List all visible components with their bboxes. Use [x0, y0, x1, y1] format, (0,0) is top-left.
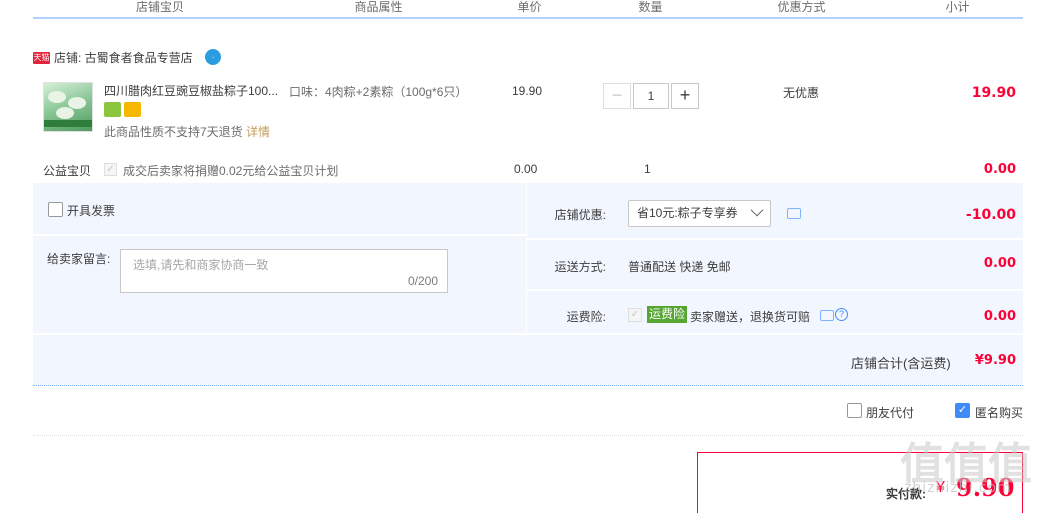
seller-message-input[interactable]: 选填,请先和商家协商一致 0/200	[120, 249, 448, 293]
header-col-attributes: 商品属性	[289, 0, 469, 16]
help-question-icon[interactable]: ?	[835, 308, 848, 321]
charity-price: 0.00	[514, 162, 538, 176]
product-thumbnail[interactable]	[43, 82, 93, 132]
credit-card-payment-icon	[124, 102, 141, 117]
insurance-text: 卖家赠送，退换货可赔	[690, 310, 811, 324]
insurance-comment-icon[interactable]	[820, 310, 834, 321]
insurance-checkbox: ✓	[628, 308, 642, 322]
seller-message-placeholder: 选填,请先和商家协商一致	[133, 258, 269, 272]
shop-total-value: ¥9.90	[974, 353, 1016, 368]
payment-currency: ¥	[936, 479, 945, 496]
panel-divider-right-2	[527, 289, 1023, 291]
anonymous-purchase-label: 匿名购买	[975, 406, 1024, 420]
section-divider	[33, 435, 1023, 436]
quantity-increase-button[interactable]: +	[671, 83, 699, 109]
charity-quantity: 1	[644, 162, 651, 176]
anonymous-purchase-checkbox[interactable]: ✓	[955, 403, 970, 418]
shop-coupon-selected: 省10元:粽子专享券	[637, 206, 738, 220]
header-col-unit-price: 单价	[470, 0, 590, 16]
shop-coupon-select[interactable]: 省10元:粽子专享券	[628, 200, 771, 227]
charity-label: 公益宝贝	[43, 164, 92, 178]
invoice-checkbox[interactable]	[48, 202, 63, 217]
chevron-down-icon	[750, 203, 764, 217]
shipping-method: 普通配送 快递 免邮	[628, 260, 731, 274]
quantity-input[interactable]: 1	[633, 83, 669, 109]
payment-label: 实付款:	[886, 487, 926, 501]
coupon-comment-icon[interactable]	[787, 208, 801, 219]
promotion-method: 无优惠	[783, 86, 820, 100]
payment-total: 9.90	[956, 473, 1015, 502]
insurance-fee: 0.00	[983, 309, 1016, 324]
header-col-quantity: 数量	[591, 0, 711, 16]
panel-divider-left	[33, 234, 526, 236]
invoice-label: 开具发票	[67, 204, 116, 218]
friend-pay-label: 朋友代付	[866, 406, 915, 420]
seller-message-label: 给卖家留言:	[47, 252, 111, 266]
product-title-link[interactable]: 四川腊肉红豆豌豆椒盐粽子100...	[104, 83, 284, 99]
shipping-label: 运送方式:	[554, 260, 606, 274]
shop-total-label: 店铺合计(含运费)	[851, 356, 951, 371]
shipping-fee: 0.00	[983, 256, 1016, 271]
charity-text: 成交后卖家将捐赠0.02元给公益宝贝计划	[123, 164, 339, 178]
charity-subtotal: 0.00	[983, 162, 1016, 177]
no-return-text: 此商品性质不支持7天退货	[104, 125, 243, 139]
service-guarantee-icon	[104, 102, 121, 117]
header-col-item: 店铺宝贝	[33, 0, 288, 16]
quantity-decrease-button[interactable]: −	[603, 83, 631, 109]
header-col-promotion: 优惠方式	[712, 0, 892, 16]
insurance-label: 运费险:	[566, 310, 606, 324]
shop-name-link[interactable]: 店铺: 古蜀食者食品专营店	[54, 50, 193, 66]
tmall-badge-icon: 天猫	[33, 52, 50, 64]
unit-price: 19.90	[512, 84, 543, 98]
friend-pay-checkbox[interactable]	[847, 403, 862, 418]
no-return-notice: 此商品性质不支持7天退货 详情	[104, 125, 270, 139]
shop-discount-label: 店铺优惠:	[554, 208, 606, 222]
header-divider	[33, 17, 1023, 19]
charity-checkbox: ✓	[104, 163, 117, 176]
product-sku: 口味：4肉粽+2素粽（100g*6只）	[289, 85, 468, 99]
wangwang-chat-icon[interactable]: ·	[205, 49, 221, 65]
seller-message-counter: 0/200	[407, 274, 438, 288]
item-subtotal: 19.90	[971, 85, 1016, 101]
panel-divider-right-1	[527, 238, 1023, 240]
header-col-subtotal: 小计	[893, 0, 1023, 16]
shop-discount-value: -10.00	[965, 207, 1016, 223]
payment-summary-box: 实付款: ¥ 9.90	[697, 452, 1023, 513]
return-detail-link[interactable]: 详情	[246, 125, 270, 139]
insurance-badge: 运费险	[647, 306, 688, 323]
panel-divider-bottom	[33, 333, 1023, 335]
